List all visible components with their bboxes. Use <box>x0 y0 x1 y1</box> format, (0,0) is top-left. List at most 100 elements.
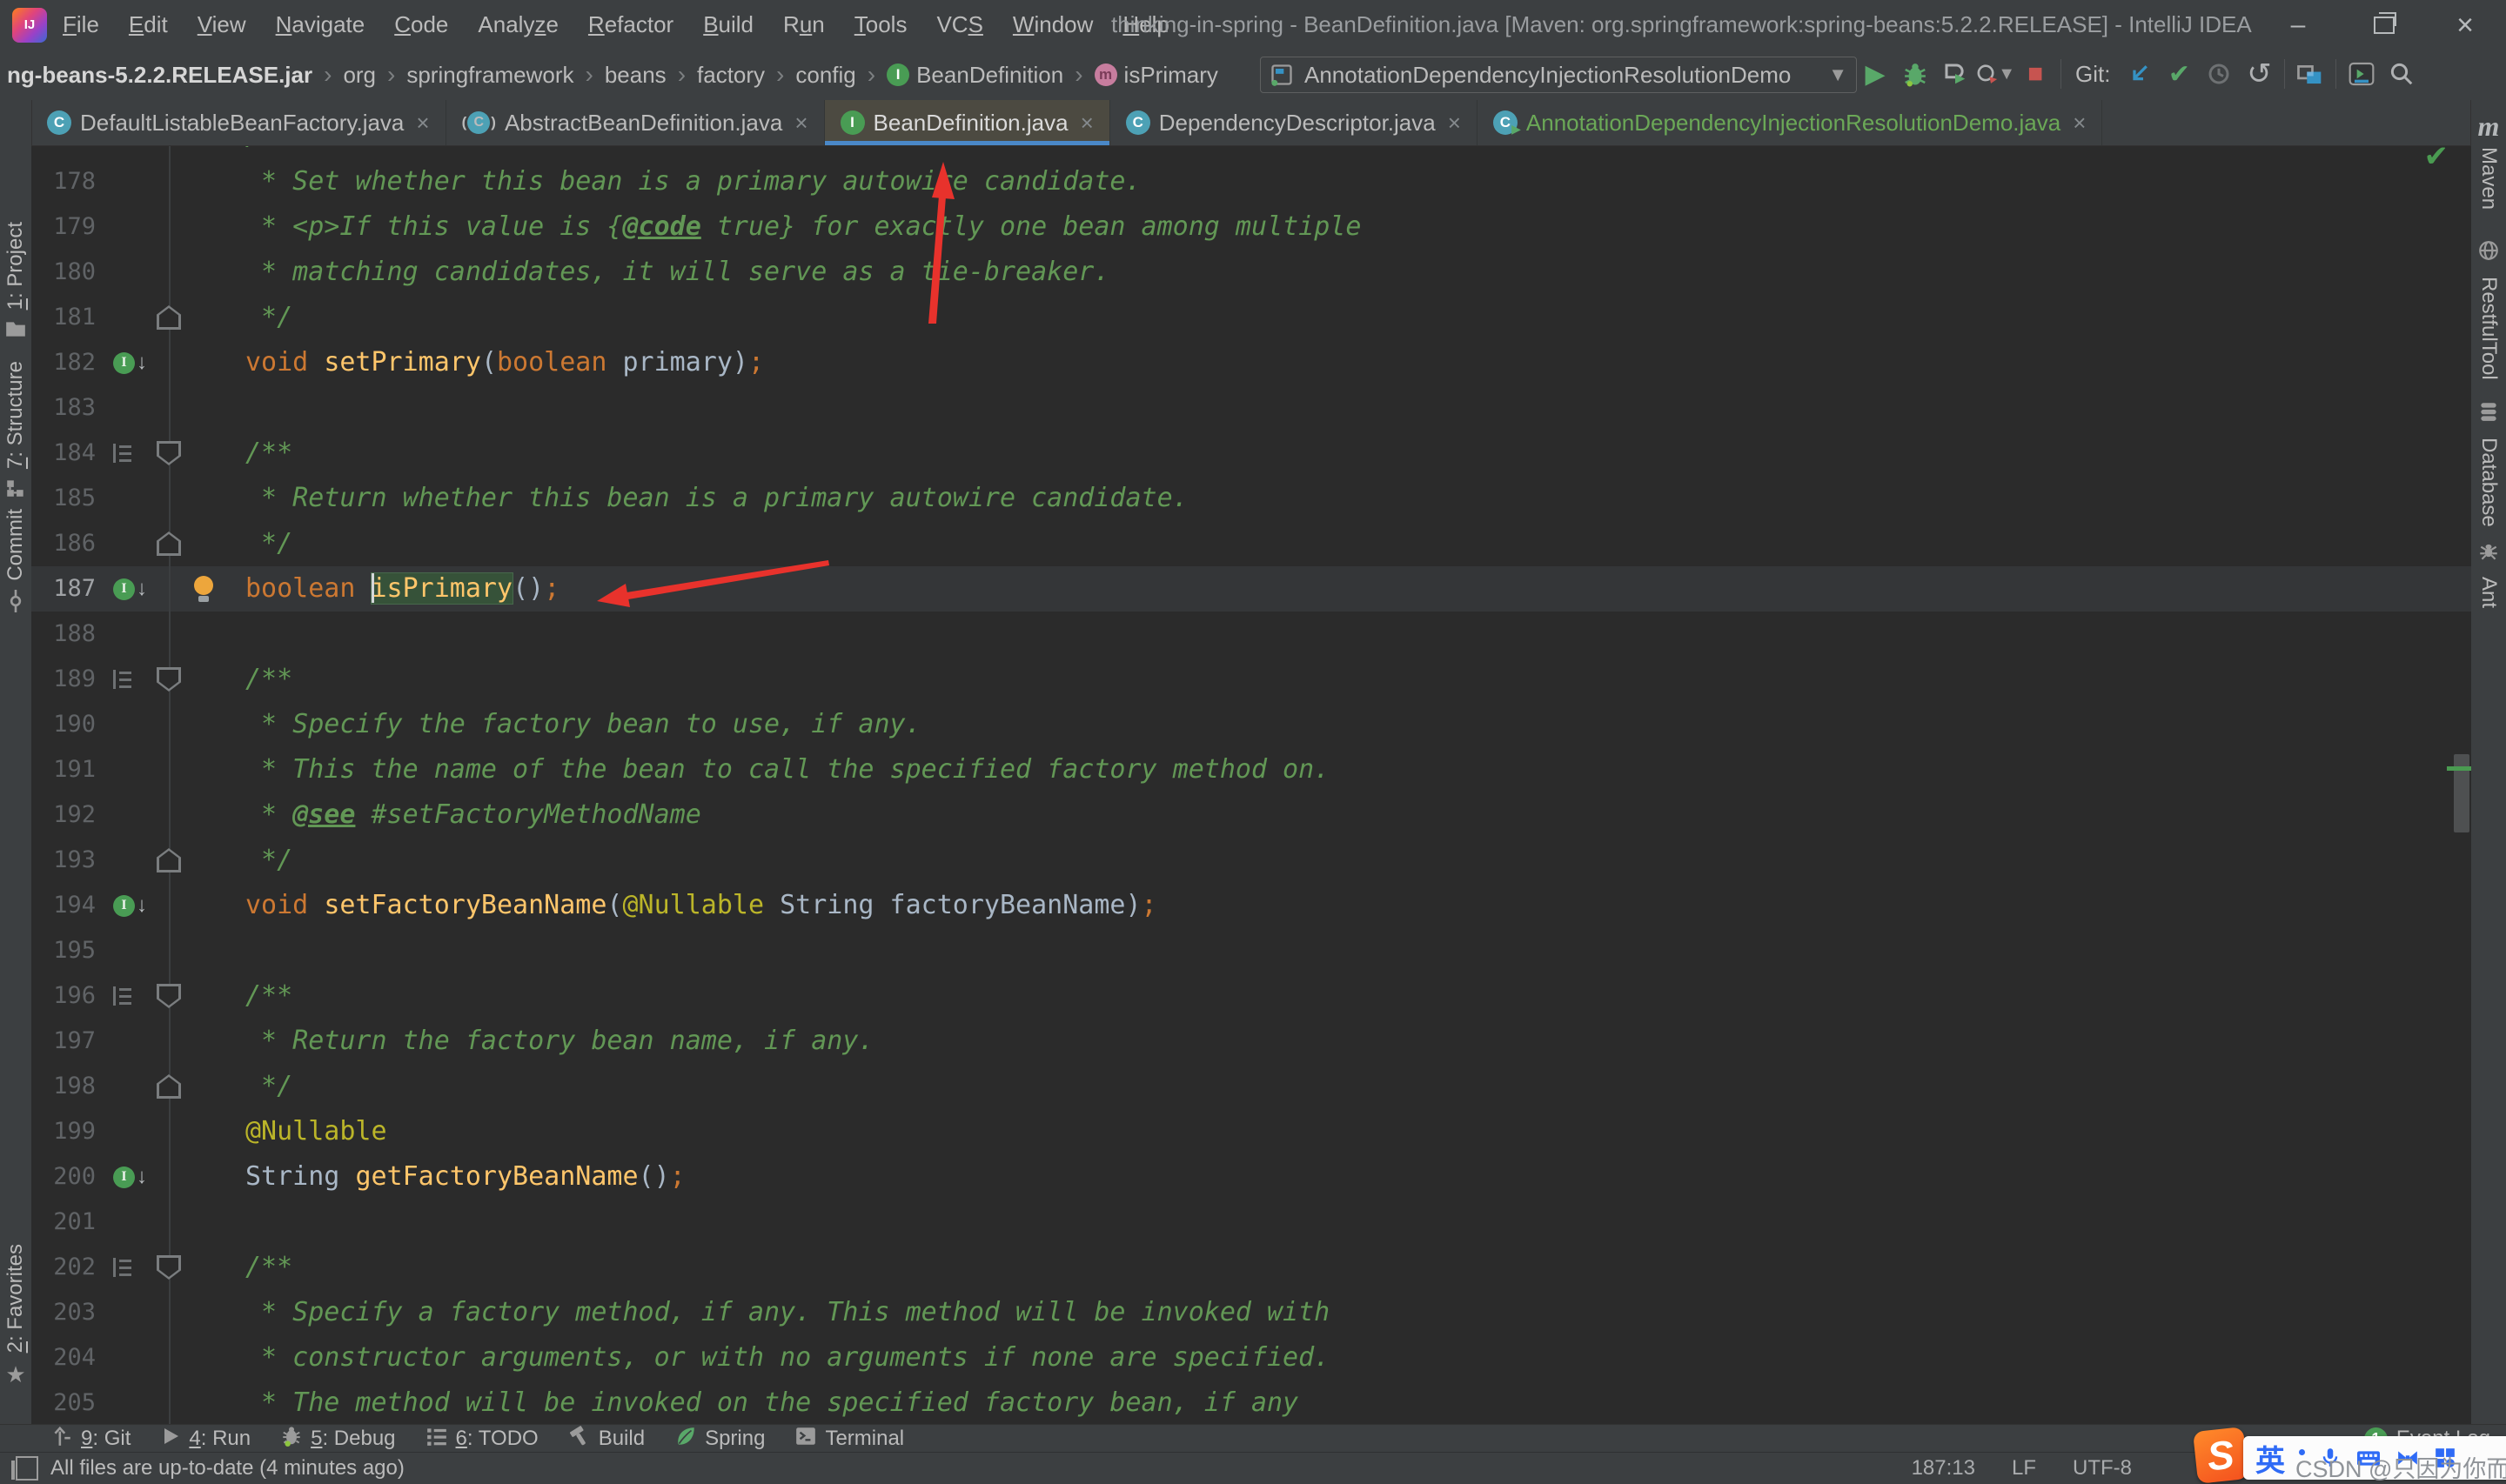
tab-close-icon[interactable]: × <box>1448 110 1461 137</box>
code-line-203[interactable]: 203 * Specify a factory method, if any. … <box>31 1290 2471 1335</box>
code-line-179[interactable]: 179 * <p>If this value is {@code true} f… <box>31 204 2471 250</box>
run-with-coverage-button[interactable] <box>1935 57 1975 91</box>
code-line-188[interactable]: 188 <box>31 612 2471 657</box>
code-line[interactable]: /** <box>31 146 2471 159</box>
menu-window[interactable]: Window <box>1013 11 1093 38</box>
menu-edit[interactable]: Edit <box>129 11 168 38</box>
debug-button[interactable] <box>1895 57 1935 91</box>
ime-mode-toggle[interactable]: 英 <box>2255 1437 2285 1480</box>
fold-start-icon[interactable] <box>157 984 181 1008</box>
implemented-method-icon[interactable]: I ↓ <box>113 883 162 928</box>
fold-end-icon[interactable] <box>157 848 181 872</box>
stop-button[interactable]: ■ <box>2015 57 2055 91</box>
toolwindow-button-6-todo[interactable]: 6: TODO <box>425 1425 539 1454</box>
search-everywhere-icon[interactable] <box>2382 57 2422 91</box>
tab-close-icon[interactable]: × <box>416 110 429 137</box>
code-line-191[interactable]: 191 * This the name of the bean to call … <box>31 747 2471 792</box>
breadcrumb-item[interactable]: › beans <box>574 61 667 89</box>
breadcrumb-item[interactable]: › config <box>765 61 856 89</box>
inspections-ok-icon[interactable]: ✔ <box>2424 146 2449 174</box>
status-message[interactable]: All files are up-to-date (4 minutes ago) <box>50 1456 405 1481</box>
menu-code[interactable]: Code <box>394 11 448 38</box>
maximize-button[interactable] <box>2369 10 2399 40</box>
code-line-183[interactable]: 183 <box>31 385 2471 431</box>
tool-stripe-maven[interactable]: m Maven <box>2471 112 2506 209</box>
tab-close-icon[interactable]: × <box>794 110 807 137</box>
fold-start-icon[interactable] <box>157 441 181 465</box>
code-line-189[interactable]: 189 /** <box>31 657 2471 702</box>
code-line-193[interactable]: 193 */ <box>31 838 2471 883</box>
history-button[interactable] <box>2199 57 2239 91</box>
profiler-button[interactable]: ▼ <box>1975 57 2015 91</box>
code-line-195[interactable]: 195 <box>31 928 2471 973</box>
breadcrumb-item[interactable]: ng-beans-5.2.2.RELEASE.jar <box>7 62 312 89</box>
code-line-184[interactable]: 184 /** <box>31 431 2471 476</box>
fold-end-icon[interactable] <box>157 305 181 330</box>
tool-stripe-ant[interactable]: Ant <box>2471 539 2506 608</box>
code-line-199[interactable]: 199 @Nullable <box>31 1109 2471 1154</box>
code-line-180[interactable]: 180 * matching candidates, it will serve… <box>31 250 2471 295</box>
code-line-202[interactable]: 202 /** <box>31 1245 2471 1290</box>
code-line-185[interactable]: 185 * Return whether this bean is a prim… <box>31 476 2471 521</box>
minimize-button[interactable]: – <box>2283 10 2313 40</box>
code-line-178[interactable]: 178 * Set whether this bean is a primary… <box>31 159 2471 204</box>
toolwindow-button-spring[interactable]: Spring <box>674 1425 765 1454</box>
tool-stripe-2-favorites[interactable]: 2: Favorites ★ <box>0 1244 31 1388</box>
run-configuration-select[interactable]: AnnotationDependencyInjectionResolutionD… <box>1260 57 1857 93</box>
editor-tab[interactable]: (C) AbstractBeanDefinition.java × <box>446 100 825 145</box>
fold-start-icon[interactable] <box>157 667 181 692</box>
menu-build[interactable]: Build <box>703 11 754 38</box>
menu-navigate[interactable]: Navigate <box>276 11 365 38</box>
tool-stripe-7-structure[interactable]: 7: Structure <box>0 361 31 505</box>
fold-end-icon[interactable] <box>157 1074 181 1099</box>
menu-tools[interactable]: Tools <box>854 11 908 38</box>
code-line-197[interactable]: 197 * Return the factory bean name, if a… <box>31 1019 2471 1064</box>
code-line-190[interactable]: 190 * Specify the factory bean to use, i… <box>31 702 2471 747</box>
editor-tab[interactable]: C ▶ AnnotationDependencyInjectionResolutio… <box>1477 100 2103 145</box>
tab-close-icon[interactable]: × <box>2073 110 2086 137</box>
fold-start-icon[interactable] <box>157 1255 181 1280</box>
code-line-194[interactable]: 194 I ↓ void setFactoryBeanName(@Nullable S… <box>31 883 2471 928</box>
implemented-method-icon[interactable]: I ↓ <box>113 566 162 612</box>
code-line-201[interactable]: 201 <box>31 1200 2471 1245</box>
editor-tab[interactable]: C DefaultListableBeanFactory.java × <box>31 100 446 145</box>
close-button[interactable]: × <box>2450 9 2480 42</box>
code-line-198[interactable]: 198 */ <box>31 1064 2471 1109</box>
breadcrumb-item[interactable]: › m isPrimary <box>1063 61 1218 89</box>
code-line-186[interactable]: 186 */ <box>31 521 2471 566</box>
tool-stripe-restfultool[interactable]: RestfulTool <box>2471 239 2506 380</box>
fold-end-icon[interactable] <box>157 531 181 556</box>
implemented-method-icon[interactable]: I ↓ <box>113 1154 162 1200</box>
menu-analyze[interactable]: Analyze <box>478 11 559 38</box>
breadcrumb-item[interactable]: › springframework <box>376 61 574 89</box>
commit-button[interactable]: ✔ <box>2159 57 2199 91</box>
project-structure-button[interactable] <box>2290 57 2330 91</box>
tool-stripe-database[interactable]: Database <box>2471 400 2506 527</box>
run-button[interactable]: ▶ <box>1855 57 1895 91</box>
menu-vcs[interactable]: VCS <box>936 11 982 38</box>
tool-stripe-1-project[interactable]: 1: Project <box>0 222 31 345</box>
toolwindow-button-4-run[interactable]: 4: Run <box>160 1426 251 1453</box>
toolwindow-button-terminal[interactable]: Terminal <box>794 1425 904 1454</box>
update-project-button[interactable] <box>2119 57 2159 91</box>
code-line-181[interactable]: 181 */ <box>31 295 2471 340</box>
rollback-button[interactable]: ↺ <box>2239 57 2279 91</box>
sogou-logo-icon[interactable]: S <box>2193 1427 2248 1484</box>
editor-tab[interactable]: C DependencyDescriptor.java × <box>1109 100 1477 145</box>
editor-tab[interactable]: I BeanDefinition.java × <box>824 100 1110 145</box>
code-line-204[interactable]: 204 * constructor arguments, or with no … <box>31 1335 2471 1380</box>
toolwindow-button-9-git[interactable]: 9: Git <box>50 1425 131 1454</box>
toggle-rendered-doc-icon[interactable] <box>113 973 162 1019</box>
code-line-192[interactable]: 192 * @see #setFactoryMethodName <box>31 792 2471 838</box>
menu-view[interactable]: View <box>198 11 246 38</box>
tab-close-icon[interactable]: × <box>1081 110 1094 137</box>
tool-stripe-commit[interactable]: Commit <box>0 509 31 618</box>
code-editor[interactable]: /**178 * Set whether this bean is a prim… <box>31 146 2471 1425</box>
run-anything-terminal-button[interactable] <box>2342 57 2382 91</box>
breadcrumb-item[interactable]: › I BeanDefinition <box>856 61 1063 89</box>
menu-run[interactable]: Run <box>783 11 825 38</box>
encoding-widget[interactable]: UTF-8 <box>2073 1456 2132 1481</box>
code-line-196[interactable]: 196 /** <box>31 973 2471 1019</box>
code-line-200[interactable]: 200 I ↓ String getFactoryBeanName(); <box>31 1154 2471 1200</box>
breadcrumb-item[interactable]: › factory <box>667 61 765 89</box>
